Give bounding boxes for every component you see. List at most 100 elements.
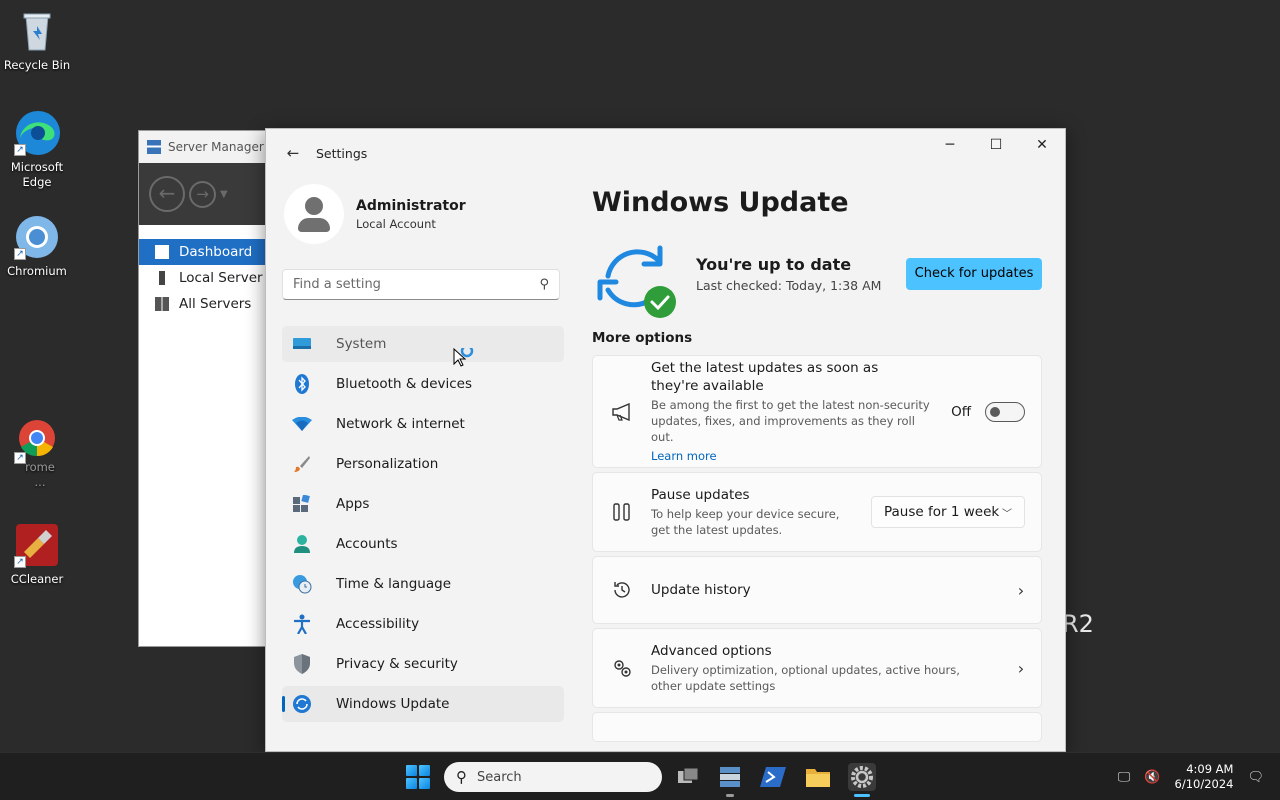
taskbar-settings[interactable] <box>848 763 876 797</box>
close-icon: ✕ <box>1036 137 1048 153</box>
nav-item-label: Time & language <box>336 576 452 592</box>
settings-search-box[interactable]: ⚲ <box>282 269 560 300</box>
accounts-icon <box>292 534 312 554</box>
server-manager-title: Server Manager <box>168 140 264 154</box>
close-button[interactable]: ✕ <box>1019 129 1065 161</box>
nav-item-accounts[interactable]: Accounts <box>282 526 564 562</box>
sm-item-label: All Servers <box>179 296 252 312</box>
shield-icon <box>292 654 312 674</box>
server-manager-titlebar[interactable]: Server Manager <box>139 131 271 163</box>
running-indicator <box>726 794 734 797</box>
sm-item-label: Local Server <box>179 270 263 286</box>
nav-item-label: Windows Update <box>336 696 450 712</box>
history-icon <box>593 580 651 600</box>
taskbar-file-explorer[interactable] <box>804 763 832 791</box>
sm-item-local-server[interactable]: Local Server <box>139 265 271 291</box>
gears-icon <box>593 657 651 679</box>
nav-item-time-language[interactable]: Time & language <box>282 566 564 602</box>
latest-updates-desc: Be among the first to get the latest non… <box>651 398 930 444</box>
nav-item-apps[interactable]: Apps <box>282 486 564 522</box>
maximize-icon: ☐ <box>989 137 1003 153</box>
pause-icon <box>593 503 651 521</box>
search-input[interactable] <box>293 277 540 292</box>
more-options-heading: More options <box>592 330 693 346</box>
desktop-icon-recycle-bin[interactable]: Recycle Bin <box>0 8 74 73</box>
start-button[interactable] <box>406 765 430 789</box>
page-title: Windows Update <box>592 187 849 218</box>
next-option-card-partial[interactable] <box>592 712 1042 742</box>
network-display-icon[interactable]: 🖵 <box>1118 770 1131 785</box>
update-history-card[interactable]: Update history › <box>592 556 1042 624</box>
search-icon[interactable]: ⚲ <box>539 277 549 292</box>
search-icon: ⚲ <box>456 768 467 786</box>
latest-updates-toggle[interactable] <box>985 401 1025 422</box>
learn-more-link[interactable]: Learn more <box>651 449 717 463</box>
clock-time: 4:09 AM <box>1186 762 1234 776</box>
clock-date: 6/10/2024 <box>1174 777 1234 791</box>
system-tray: 🖵 🔇 4:09 AM 6/10/2024 🗨 <box>1118 753 1280 800</box>
sync-status-icon <box>592 242 682 322</box>
shortcut-arrow-icon: ↗ <box>14 556 26 568</box>
latest-updates-title: Get the latest updates as soon as they'r… <box>651 360 879 394</box>
sm-item-dashboard[interactable]: Dashboard <box>139 239 271 265</box>
update-status: You're up to date Last checked: Today, 1… <box>592 242 1042 322</box>
check-for-updates-button[interactable]: Check for updates <box>906 258 1042 290</box>
settings-window[interactable]: ← Settings ─ ☐ ✕ Administrator Local Acc… <box>265 128 1066 752</box>
windows-logo-icon <box>406 778 417 789</box>
clock[interactable]: 4:09 AM 6/10/2024 <box>1175 762 1234 792</box>
pause-duration-dropdown[interactable]: Pause for 1 week ﹀ <box>871 496 1025 528</box>
taskbar: ⚲ Search 🖵 🔇 4:09 AM 6/10/2024 🗨 <box>0 752 1280 800</box>
maximize-button[interactable]: ☐ <box>973 129 1019 161</box>
server-icon <box>159 271 165 285</box>
taskbar-search-label: Search <box>477 769 522 785</box>
desktop-icon-edge[interactable]: ↗ Microsoft Edge <box>0 110 74 190</box>
back-arrow-icon[interactable]: ← <box>149 176 185 212</box>
back-arrow-icon: ← <box>286 144 300 162</box>
taskbar-search[interactable]: ⚲ Search <box>444 762 662 792</box>
back-button[interactable]: ← <box>280 140 306 166</box>
desktop-icon-label: CCleaner <box>10 572 64 586</box>
update-history-title: Update history <box>651 582 751 598</box>
taskbar-server-manager[interactable] <box>716 763 744 797</box>
nav-item-bluetooth[interactable]: Bluetooth & devices <box>282 366 564 402</box>
desktop-icon-chrome[interactable]: ↗ rome ... <box>0 418 74 490</box>
volume-muted-icon[interactable]: 🔇 <box>1144 770 1160 785</box>
ccleaner-icon: ↗ <box>14 522 60 568</box>
nav-item-label: Accounts <box>336 536 398 552</box>
nav-item-network[interactable]: Network & internet <box>282 406 564 442</box>
forward-arrow-icon[interactable]: → <box>189 180 216 208</box>
desktop-icon-label: Microsoft Edge <box>10 160 64 189</box>
desktop-icon-label: Recycle Bin <box>3 58 71 72</box>
sm-item-all-servers[interactable]: All Servers <box>139 291 271 317</box>
edge-icon: ↗ <box>14 110 60 156</box>
user-profile[interactable]: Administrator Local Account <box>282 181 564 247</box>
server-manager-logo-icon <box>147 140 161 154</box>
windows-logo-icon <box>419 778 430 789</box>
nav-item-windows-update[interactable]: Windows Update <box>282 686 564 722</box>
chevron-down-icon[interactable]: ▼ <box>220 189 228 200</box>
server-manager-window[interactable]: Server Manager ← → ▼ Dashboard Local Ser… <box>138 130 272 647</box>
clock-globe-icon <box>292 574 312 594</box>
minimize-button[interactable]: ─ <box>927 129 973 161</box>
mouse-cursor-busy-icon <box>453 344 474 370</box>
nav-item-accessibility[interactable]: Accessibility <box>282 606 564 642</box>
desktop-icon-chromium[interactable]: ↗ Chromium <box>0 214 74 279</box>
nav-item-label: System <box>336 336 387 352</box>
profile-name: Administrator <box>356 197 466 214</box>
desktop-icon-ccleaner[interactable]: ↗ CCleaner <box>0 522 74 587</box>
sm-item-label: Dashboard <box>179 244 253 260</box>
nav-item-privacy[interactable]: Privacy & security <box>282 646 564 682</box>
taskbar-powershell[interactable] <box>760 763 788 791</box>
advanced-options-card[interactable]: Advanced options Delivery optimization, … <box>592 628 1042 708</box>
settings-titlebar[interactable]: ← Settings ─ ☐ ✕ <box>266 129 1065 177</box>
settings-nav: System Bluetooth & devices Network & int… <box>282 326 564 722</box>
server-manager-nav-bar: ← → ▼ <box>139 163 271 225</box>
task-view-button[interactable] <box>674 763 702 791</box>
nav-item-personalization[interactable]: Personalization <box>282 446 564 482</box>
latest-updates-card: Get the latest updates as soon as they'r… <box>592 355 1042 468</box>
windows-update-page: Windows Update You're up to date Last ch… <box>592 181 1042 746</box>
notification-icon[interactable]: 🗨 <box>1247 770 1264 785</box>
chevron-right-icon: › <box>1017 580 1025 600</box>
nav-item-label: Network & internet <box>336 416 465 432</box>
nav-item-system[interactable]: System <box>282 326 564 362</box>
